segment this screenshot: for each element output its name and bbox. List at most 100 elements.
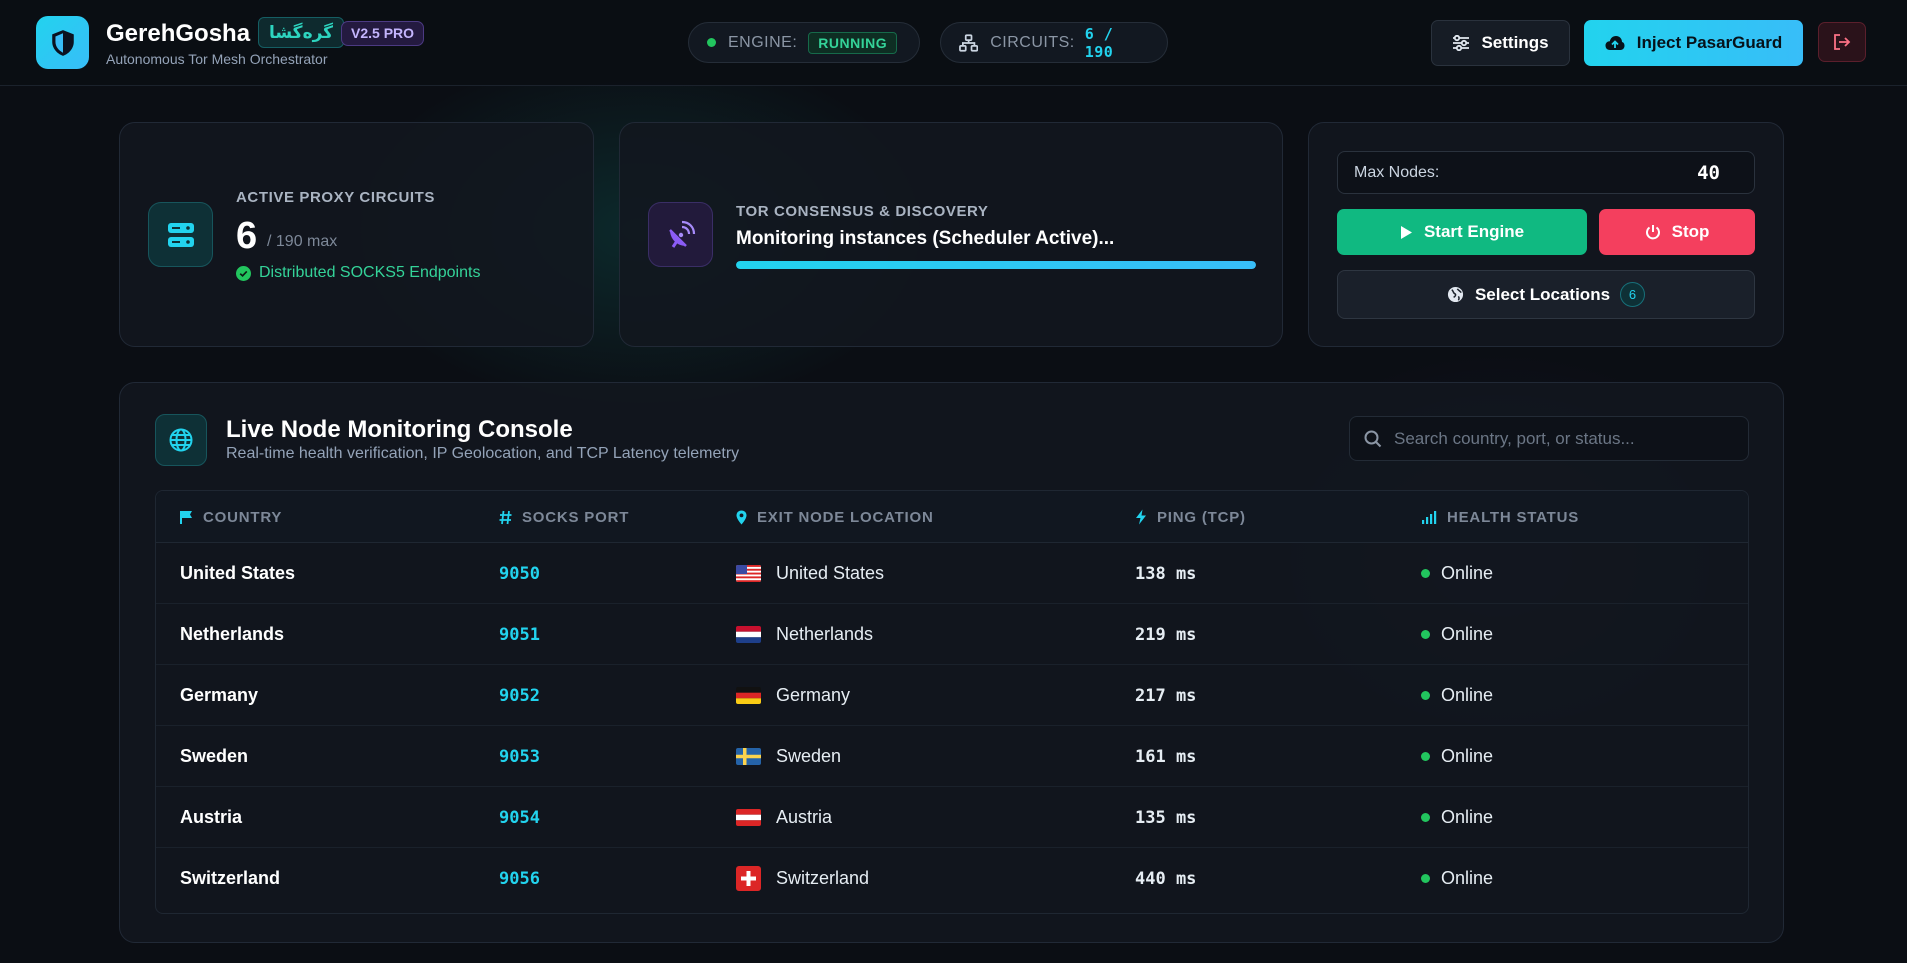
row-exit-location: Sweden — [736, 726, 841, 787]
row-country: Sweden — [180, 746, 249, 766]
table-row[interactable]: Switzerland 9056 Switzerland 440 ms Online — [156, 848, 1748, 909]
row-status-label: Online — [1441, 868, 1494, 888]
column-country[interactable]: COUNTRY — [180, 491, 282, 543]
active-circuits-max: / 190 max — [267, 233, 338, 250]
satellite-dish-icon — [668, 220, 695, 248]
row-country: Switzerland — [180, 868, 281, 888]
row-health-status: Online — [1421, 543, 1493, 604]
column-health-label: HEALTH STATUS — [1447, 508, 1580, 526]
row-location-label: Sweden — [776, 746, 842, 766]
online-dot-icon — [1421, 874, 1430, 883]
tor-consensus-title: TOR CONSENSUS & DISCOVERY — [736, 203, 989, 220]
table-row[interactable]: Austria 9054 Austria 135 ms Online — [156, 787, 1748, 848]
shield-icon — [51, 29, 74, 56]
sitemap-icon — [959, 33, 979, 52]
logout-button[interactable] — [1818, 22, 1866, 62]
engine-control-card: Max Nodes: 40 Start Engine Stop Select L… — [1308, 122, 1784, 347]
de-flag-icon — [736, 687, 761, 704]
settings-button[interactable]: Settings — [1431, 20, 1570, 66]
online-dot-icon — [1421, 813, 1430, 822]
globe-icon — [1447, 286, 1463, 303]
row-health-status: Online — [1421, 604, 1493, 665]
signal-icon — [1422, 511, 1437, 524]
nodes-table: COUNTRY SOCKS PORT EXIT NODE LOCATION PI… — [155, 490, 1749, 914]
ch-flag-icon — [736, 866, 761, 891]
at-flag-icon — [736, 809, 761, 826]
row-ping: 440 ms — [1135, 868, 1197, 889]
select-locations-label: Select Locations — [1474, 284, 1611, 304]
nl-flag-icon — [736, 626, 761, 643]
top-header: GerehGosha گره‌گشا V2.5 PRO Autonomous T… — [0, 0, 1907, 86]
max-nodes-value[interactable]: 40 — [1697, 162, 1720, 184]
inject-pasarguard-button[interactable]: Inject PasarGuard — [1584, 20, 1803, 66]
power-icon — [1645, 225, 1660, 240]
online-dot-icon — [1421, 752, 1430, 761]
row-health-status: Online — [1421, 787, 1493, 848]
app-logo[interactable] — [36, 16, 89, 69]
row-ping: 219 ms — [1135, 624, 1197, 645]
stop-button[interactable]: Stop — [1599, 209, 1755, 255]
column-country-label: COUNTRY — [203, 508, 283, 526]
table-row[interactable]: United States 9050 United States 138 ms Onli… — [156, 543, 1748, 604]
console-title: Live Node Monitoring Console — [226, 416, 573, 443]
max-nodes-label: Max Nodes: — [1354, 164, 1440, 181]
engine-label: ENGINE: — [728, 33, 798, 51]
column-health[interactable]: HEALTH STATUS — [1421, 491, 1579, 543]
circuits-label: CIRCUITS: — [990, 33, 1075, 51]
sign-out-icon — [1834, 34, 1851, 50]
row-status-label: Online — [1441, 624, 1494, 644]
table-row[interactable]: Netherlands 9051 Netherlands 219 ms Online — [156, 604, 1748, 665]
table-row[interactable]: Germany 9052 Germany 217 ms Online — [156, 665, 1748, 726]
row-country: Germany — [180, 685, 259, 705]
inject-label: Inject PasarGuard — [1636, 33, 1783, 52]
row-location-label: Germany — [776, 685, 851, 705]
row-socks-port[interactable]: 9052 — [499, 665, 540, 726]
console-subtitle: Real-time health verification, IP Geoloc… — [226, 445, 740, 462]
table-row[interactable]: Sweden 9053 Sweden 161 ms Online — [156, 726, 1748, 787]
row-status-label: Online — [1441, 685, 1494, 705]
brand-persian-badge: گره‌گشا — [258, 17, 345, 48]
row-country: Netherlands — [180, 624, 285, 644]
row-exit-location: United States — [736, 543, 884, 604]
row-exit-location: Austria — [736, 787, 832, 848]
row-ping: 138 ms — [1135, 563, 1197, 584]
row-country: Austria — [180, 807, 243, 827]
online-dot-icon — [1421, 630, 1430, 639]
status-dot-icon — [707, 38, 716, 47]
engine-status-pill: ENGINE: RUNNING — [688, 22, 920, 63]
row-socks-port[interactable]: 9053 — [499, 726, 540, 787]
circuits-value: 6 / 190 — [1084, 24, 1114, 61]
us-flag-icon — [736, 565, 761, 582]
stop-label: Stop — [1671, 222, 1710, 241]
settings-label: Settings — [1481, 33, 1549, 52]
node-search-field[interactable]: Search country, port, or status... — [1349, 416, 1749, 461]
table-body: United States 9050 United States 138 ms Onli… — [156, 543, 1748, 909]
row-status-label: Online — [1441, 563, 1494, 583]
brand-subtitle: Autonomous Tor Mesh Orchestrator — [106, 51, 328, 67]
play-icon — [1400, 225, 1412, 239]
row-socks-port[interactable]: 9051 — [499, 604, 540, 665]
start-engine-button[interactable]: Start Engine — [1337, 209, 1587, 255]
map-pin-icon — [736, 510, 747, 524]
row-socks-port[interactable]: 9050 — [499, 543, 540, 604]
column-socks-port[interactable]: SOCKS PORT — [499, 491, 629, 543]
cloud-upload-icon — [1605, 36, 1625, 50]
column-exit-location[interactable]: EXIT NODE LOCATION — [736, 491, 934, 543]
active-circuits-count: 6 — [236, 215, 258, 257]
engine-status-badge: RUNNING — [808, 31, 898, 54]
search-input[interactable]: Search country, port, or status... — [1394, 429, 1635, 449]
row-socks-port[interactable]: 9056 — [499, 848, 540, 909]
console-icon-box — [155, 414, 207, 466]
row-socks-port[interactable]: 9054 — [499, 787, 540, 848]
tor-consensus-card: TOR CONSENSUS & DISCOVERY Monitoring ins… — [619, 122, 1283, 347]
online-dot-icon — [1421, 691, 1430, 700]
max-nodes-field[interactable]: Max Nodes: 40 — [1337, 151, 1755, 194]
row-location-label: Netherlands — [776, 624, 874, 644]
circuits-pill: CIRCUITS: 6 / 190 — [940, 22, 1168, 63]
socks-endpoints-label: Distributed SOCKS5 Endpoints — [259, 264, 481, 281]
satellite-icon-box — [648, 202, 713, 267]
select-locations-button[interactable]: Select Locations 6 — [1337, 270, 1755, 319]
column-ping[interactable]: PING (TCP) — [1135, 491, 1246, 543]
active-circuits-title: ACTIVE PROXY CIRCUITS — [236, 189, 436, 206]
row-exit-location: Switzerland — [736, 848, 869, 909]
